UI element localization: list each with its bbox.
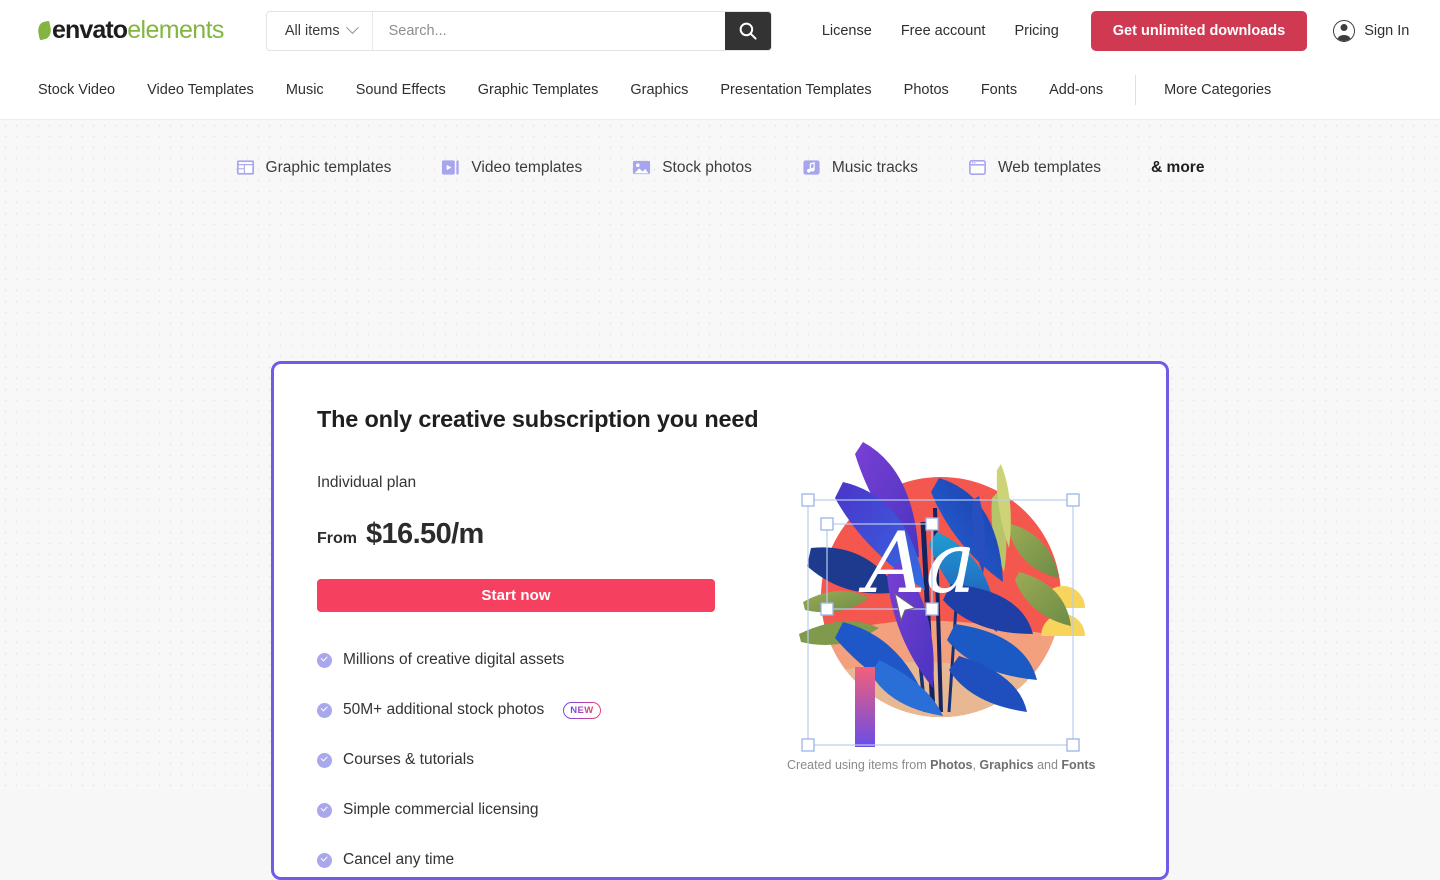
- site-header: envatoelements All items License Free ac…: [0, 0, 1440, 61]
- list-item: Courses & tutorials: [317, 751, 774, 769]
- leaf-icon: [36, 20, 53, 41]
- video-play-icon: [442, 160, 459, 175]
- search-bar: All items: [265, 10, 772, 51]
- search-scope-dropdown[interactable]: All items: [266, 11, 373, 50]
- chevron-down-icon: [345, 21, 359, 35]
- nav-item-video-templates[interactable]: Video Templates: [147, 82, 254, 98]
- page-body: Graphic templates Video templates Stock …: [0, 120, 1440, 880]
- sign-in-label: Sign In: [1364, 22, 1410, 39]
- sign-in-button[interactable]: Sign In: [1333, 19, 1410, 42]
- list-item: Simple commercial licensing: [317, 801, 774, 819]
- check-circle-icon: [317, 752, 332, 768]
- check-circle-icon: [317, 852, 332, 868]
- start-now-button[interactable]: Start now: [317, 579, 715, 612]
- image-icon: [633, 160, 651, 175]
- browser-window-icon: [969, 160, 986, 175]
- quick-cat-web-templates[interactable]: Web templates: [968, 158, 1101, 177]
- quick-cat-label: Music tracks: [831, 158, 918, 176]
- logo-suffix: elements: [127, 16, 224, 44]
- nav-item-add-ons[interactable]: Add-ons: [1049, 82, 1103, 98]
- nav-item-more-categories[interactable]: More Categories: [1164, 82, 1271, 98]
- credit-link-graphics[interactable]: Graphics: [979, 758, 1033, 772]
- list-item: Cancel any time: [317, 851, 774, 869]
- credit-link-photos[interactable]: Photos: [930, 758, 972, 772]
- price-prefix: From: [317, 530, 357, 547]
- tropical-leaves-artwork: Aa: [799, 442, 1085, 752]
- list-item: Millions of creative digital assets: [317, 651, 774, 669]
- nav-item-sound-effects[interactable]: Sound Effects: [356, 82, 446, 98]
- nav-item-fonts[interactable]: Fonts: [981, 82, 1017, 98]
- quick-cat-music-tracks[interactable]: Music tracks: [802, 158, 918, 177]
- nav-item-stock-video[interactable]: Stock Video: [38, 82, 115, 98]
- nav-item-presentation-templates[interactable]: Presentation Templates: [720, 82, 871, 98]
- quick-cat-label: Stock photos: [662, 158, 752, 176]
- status-badge: NEW: [563, 702, 600, 719]
- nav-divider: [1135, 75, 1137, 105]
- nav-item-graphic-templates[interactable]: Graphic Templates: [478, 82, 599, 98]
- status-badge-label: NEW: [570, 704, 594, 716]
- header-link-license[interactable]: License: [822, 23, 872, 39]
- search-input[interactable]: [372, 11, 725, 50]
- credit-link-fonts[interactable]: Fonts: [1061, 758, 1095, 772]
- credit-sep-2: and: [1033, 758, 1062, 772]
- quick-cat-label: Graphic templates: [265, 158, 392, 176]
- search-submit-button[interactable]: [724, 11, 771, 50]
- search-scope-label: All items: [284, 22, 340, 39]
- feature-label: Simple commercial licensing: [343, 801, 539, 818]
- check-circle-icon: [317, 802, 332, 818]
- envato-elements-logo[interactable]: envato elements: [36, 16, 224, 44]
- list-item: 50M+ additional stock photos NEW: [317, 701, 774, 719]
- subscription-card-media: Aa Created using items from Photos, Grap…: [774, 364, 1166, 877]
- quick-category-strip: Graphic templates Video templates Stock …: [0, 120, 1440, 177]
- nav-item-music[interactable]: Music: [286, 82, 324, 98]
- gradient-bar: [855, 667, 875, 747]
- search-icon: [739, 22, 757, 40]
- category-nav: Stock Video Video Templates Music Sound …: [0, 61, 1440, 120]
- typography-overlay: Aa: [858, 514, 976, 612]
- plan-name: Individual plan: [317, 474, 417, 491]
- price-row: From $16.50/m: [317, 518, 774, 551]
- quick-cat-video-templates[interactable]: Video templates: [441, 158, 582, 177]
- price-amount: $16.50/m: [366, 518, 484, 550]
- feature-label: Cancel any time: [343, 851, 455, 868]
- check-circle-icon: [317, 652, 332, 668]
- artwork-credit: Created using items from Photos, Graphic…: [787, 758, 1095, 772]
- nav-item-graphics[interactable]: Graphics: [630, 82, 688, 98]
- quick-cat-label: Video templates: [471, 158, 583, 176]
- quick-cat-graphic-templates[interactable]: Graphic templates: [236, 158, 392, 177]
- quick-cat-label: Web templates: [997, 158, 1102, 176]
- subscription-card: The only creative subscription you need …: [271, 361, 1169, 880]
- feature-label: 50M+ additional stock photos: [343, 701, 545, 718]
- check-circle-icon: [317, 702, 332, 718]
- feature-label: Millions of creative digital assets: [343, 651, 565, 668]
- header-link-free-account[interactable]: Free account: [901, 23, 986, 39]
- feature-label: Courses & tutorials: [343, 751, 474, 768]
- get-unlimited-downloads-button[interactable]: Get unlimited downloads: [1090, 10, 1308, 51]
- quick-cat-more[interactable]: & more: [1151, 159, 1204, 177]
- quick-cat-stock-photos[interactable]: Stock photos: [632, 158, 752, 177]
- credit-prefix: Created using items from: [787, 758, 931, 772]
- subscription-card-content: The only creative subscription you need …: [274, 364, 774, 877]
- header-link-pricing[interactable]: Pricing: [1014, 23, 1058, 39]
- feature-list: Millions of creative digital assets 50M+…: [317, 651, 774, 869]
- logo-brand: envato: [52, 16, 128, 44]
- user-avatar-icon: [1333, 19, 1356, 42]
- music-note-icon: [803, 160, 820, 175]
- nav-item-photos[interactable]: Photos: [904, 82, 949, 98]
- layout-grid-icon: [236, 160, 254, 175]
- page-title: The only creative subscription you need: [317, 406, 759, 432]
- header-links: License Free account Pricing: [822, 23, 1059, 39]
